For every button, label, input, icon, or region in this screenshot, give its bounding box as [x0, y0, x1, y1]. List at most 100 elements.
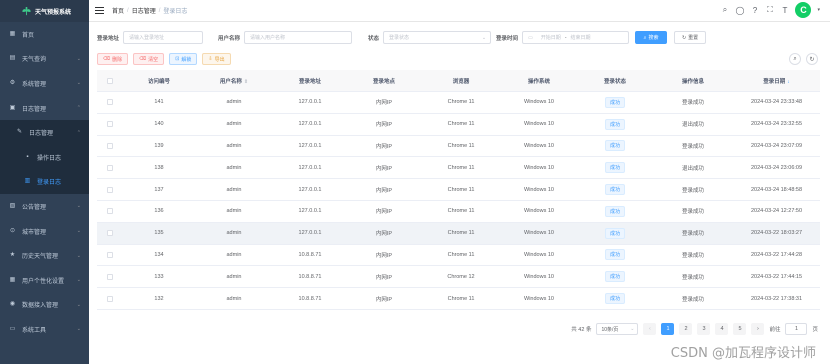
sidebar-item-8[interactable]: ⊙ 城市管理 ⌄: [0, 219, 89, 244]
delete-button[interactable]: ⌫ 删除: [97, 53, 129, 65]
app-logo[interactable]: 天气预报系统: [0, 0, 89, 22]
form-icon: ▪: [26, 153, 29, 160]
sidebar-item-9[interactable]: ★ 历史天气管理 ⌄: [0, 243, 89, 268]
cell-ip: 127.0.0.1: [298, 164, 322, 171]
font-size-icon[interactable]: T: [780, 6, 789, 15]
search-button[interactable]: ⌕ 搜索: [635, 31, 668, 44]
sidebar-item-11[interactable]: ◉ 数据接入管理 ⌄: [0, 293, 89, 318]
sidebar-item-3[interactable]: ▣ 日志管理 ⌃: [0, 96, 89, 121]
row-checkbox[interactable]: [107, 295, 113, 302]
table-row[interactable]: 135 admin 127.0.0.1 内网IP Chrome 11 Windows 10…: [97, 222, 820, 245]
ip-address-input[interactable]: 请输入登录地址: [123, 31, 204, 44]
sidebar-item-2[interactable]: ⚙ 系统管理 ⌄: [0, 71, 89, 96]
status-select[interactable]: 登录状态 ⌄: [383, 31, 492, 44]
unlock-button[interactable]: ⊡ 解锁: [169, 53, 198, 65]
table-row[interactable]: 134 admin 10.8.8.71 内网IP Chrome 11 Windows 10…: [97, 245, 820, 267]
row-checkbox[interactable]: [107, 230, 113, 237]
sort-desc-icon[interactable]: ↓: [787, 79, 790, 85]
table-row[interactable]: 133 admin 10.8.8.71 内网IP Chrome 12 Windows 10…: [97, 266, 820, 289]
table-row[interactable]: 138 admin 127.0.0.1 内网IP Chrome 11 Windows 10…: [97, 157, 820, 180]
column-header-browser: 浏览器: [452, 78, 470, 85]
cell-ip: 10.8.8.71: [298, 251, 322, 258]
sidebar-item-12[interactable]: ▭ 系统工具 ⌄: [0, 317, 89, 342]
header-actions: ⌕ ◯ ? ⛶ T C ▾: [720, 2, 820, 18]
hamburger-icon[interactable]: [95, 7, 104, 14]
fullscreen-icon[interactable]: ⛶: [765, 5, 774, 15]
row-checkbox[interactable]: [107, 121, 113, 128]
prev-page-button[interactable]: ‹: [643, 323, 657, 335]
export-button[interactable]: ⇩ 导出: [202, 53, 231, 65]
cell-location: 内网IP: [375, 209, 393, 216]
table-row[interactable]: 140 admin 127.0.0.1 内网IP Chrome 11 Windows 10…: [97, 114, 820, 136]
column-header-message: 操作信息: [681, 78, 704, 85]
row-checkbox[interactable]: [107, 99, 113, 106]
row-checkbox[interactable]: [107, 273, 113, 280]
sidebar-item-1[interactable]: ▤ 天气查询 ⌄: [0, 47, 89, 72]
cell-ip: 10.8.8.71: [298, 295, 322, 302]
row-checkbox[interactable]: [107, 142, 113, 149]
page-button[interactable]: 3: [697, 323, 711, 335]
page-button[interactable]: 4: [715, 323, 729, 335]
sidebar-item-label: 天气查询: [22, 57, 47, 64]
cell-message: 登录成功: [681, 100, 704, 107]
chevron-down-icon[interactable]: ▾: [817, 7, 820, 13]
sidebar-item-10[interactable]: ▦ 用户个性化设置 ⌄: [0, 268, 89, 293]
table-row[interactable]: 136 admin 127.0.0.1 内网IP Chrome 11 Windows 10…: [97, 201, 820, 223]
sort-icon[interactable]: ⇕: [244, 79, 248, 85]
table-row[interactable]: 132 admin 10.8.8.71 内网IP Chrome 11 Windows 10…: [97, 288, 820, 310]
next-page-button[interactable]: ›: [751, 323, 765, 335]
cell-os: Windows 10: [524, 273, 554, 280]
cell-os: Windows 10: [524, 208, 554, 215]
refresh-icon[interactable]: ↻: [806, 53, 818, 65]
username-input[interactable]: 请输入用户名称: [244, 31, 353, 44]
breadcrumb-home[interactable]: 首页: [112, 6, 124, 15]
cell-ip: 127.0.0.1: [298, 186, 322, 193]
column-header-os: 操作系统: [527, 78, 550, 85]
search-icon[interactable]: ⌕: [720, 5, 729, 15]
goto-page-input[interactable]: 1: [785, 323, 808, 335]
start-date-input[interactable]: 开始日期: [541, 34, 561, 41]
column-header-username[interactable]: 用户名称 ⇕: [195, 77, 273, 85]
sidebar-item-4[interactable]: ✎ 日志管理 ⌃: [0, 120, 89, 145]
cell-ip: 127.0.0.1: [298, 121, 322, 128]
cell-browser: Chrome 11: [447, 121, 475, 128]
clear-button[interactable]: ⌫ 清空: [133, 53, 165, 65]
page-button[interactable]: 1: [661, 323, 675, 335]
reset-button[interactable]: ↻ 重置: [674, 31, 707, 44]
date-range-picker[interactable]: ▭ 开始日期 - 结束日期: [522, 31, 630, 44]
cell-status: 成功: [577, 293, 653, 305]
sidebar: 天气预报系统 ▦ 首页 ▤ 天气查询 ⌄ ⚙ 系统管理 ⌄ ▣ 日志管理 ⌃ ✎ 日志管理 ⌃ ▪ 操作日志 ▥…: [0, 0, 89, 364]
status-label: 状态: [368, 35, 380, 42]
table-row[interactable]: 137 admin 127.0.0.1 内网IP Chrome 11 Windows 10…: [97, 179, 820, 201]
select-all-checkbox[interactable]: [107, 77, 113, 84]
question-icon[interactable]: ?: [750, 6, 759, 15]
page-size-select[interactable]: 10条/页 ⌄: [596, 323, 639, 335]
cell-os: Windows 10: [524, 186, 554, 193]
row-checkbox[interactable]: [107, 251, 113, 258]
row-checkbox[interactable]: [107, 164, 113, 171]
page-button[interactable]: 2: [679, 323, 693, 335]
sidebar-item-5[interactable]: ▪ 操作日志: [0, 144, 89, 170]
page-button[interactable]: 5: [733, 323, 747, 335]
sidebar-item-7[interactable]: ▧ 公告管理 ⌄: [0, 194, 89, 219]
table-row[interactable]: 141 admin 127.0.0.1 内网IP Chrome 11 Windows 10…: [97, 92, 820, 114]
row-checkbox[interactable]: [107, 208, 113, 215]
cell-id: 136: [154, 208, 164, 215]
cell-location: 内网IP: [375, 143, 393, 150]
sidebar-item-label: 登录日志: [37, 180, 62, 187]
avatar[interactable]: C: [795, 2, 812, 18]
row-checkbox[interactable]: [107, 186, 113, 193]
sidebar-item-0[interactable]: ▦ 首页: [0, 22, 89, 47]
github-icon[interactable]: ◯: [735, 6, 745, 15]
table-row[interactable]: 139 admin 127.0.0.1 内网IP Chrome 11 Windows 10…: [97, 136, 820, 158]
sidebar-item-label: 系统管理: [22, 81, 47, 88]
cell-login-date: 2024-03-22 17:38:31: [750, 295, 803, 302]
toggle-search-icon[interactable]: ⌕: [789, 53, 801, 65]
end-date-input[interactable]: 结束日期: [570, 34, 590, 41]
sidebar-item-label: 公告管理: [22, 204, 47, 211]
chevron-icon: ⌄: [76, 252, 81, 259]
column-header-ip: 登录地址: [298, 78, 321, 85]
column-header-login-date[interactable]: 登录日期 ↓: [733, 77, 820, 85]
sidebar-item-6[interactable]: ▥ 登录日志: [0, 169, 89, 195]
unlock-icon: ⊡: [175, 56, 180, 62]
